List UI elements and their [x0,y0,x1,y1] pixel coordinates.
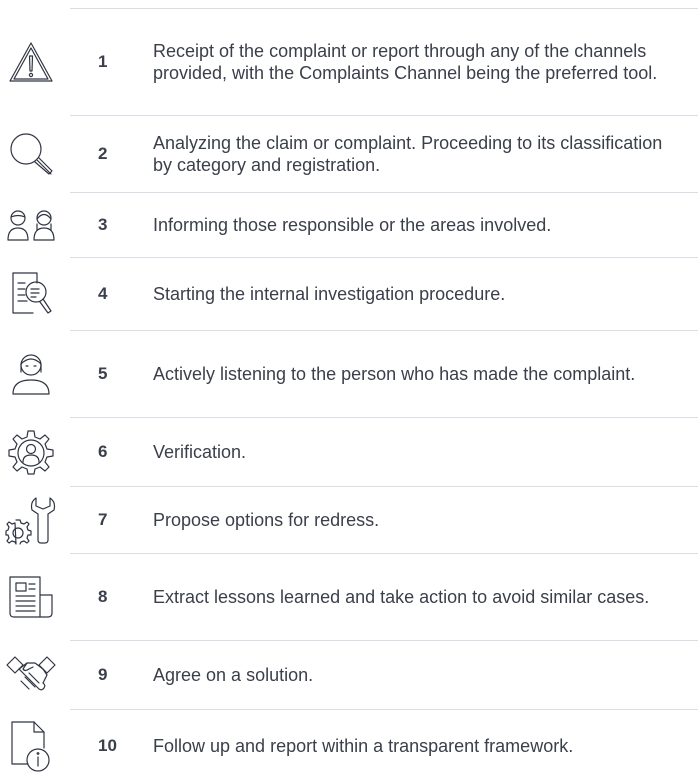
two-people-icon [0,193,62,257]
step-number: 10 [98,736,117,755]
step-7: 7 Propose options for redress. [0,487,698,553]
step-text: Follow up and report within a transparen… [153,736,574,756]
gear-person-icon [0,418,62,486]
step-6: 6 Verification. [0,418,698,486]
document-search-icon [0,258,62,330]
step-number: 5 [98,364,108,383]
complaint-procedure-steps: 1 Receipt of the complaint or report thr… [0,0,698,782]
step-text: Propose options for redress. [153,510,380,530]
step-9: 9 Agree on a solution. [0,641,698,709]
step-number: 4 [98,284,108,303]
step-number: 6 [98,442,108,461]
newspaper-icon [0,554,62,640]
step-1: 1 Receipt of the complaint or report thr… [0,9,698,115]
step-number: 3 [98,215,108,234]
step-number: 8 [98,587,108,606]
step-text: Agree on a solution. [153,665,314,685]
step-10: 10 Follow up and report within a transpa… [0,710,698,782]
step-3: 3 Informing those responsible or the are… [0,193,698,257]
handshake-icon [0,641,62,709]
warning-icon [0,9,62,115]
step-text: Informing those responsible or the areas… [153,215,552,235]
step-2: 2 Analyzing the claim or complaint. Proc… [0,116,698,192]
step-number: 9 [98,665,108,684]
document-info-icon [0,710,62,782]
person-icon [0,331,62,417]
step-text: Analyzing the claim or complaint. Procee… [153,133,663,175]
step-4: 4 Starting the internal investigation pr… [0,258,698,330]
step-number: 2 [98,144,108,163]
magnifier-icon [0,116,62,192]
step-8: 8 Extract lessons learned and take actio… [0,554,698,640]
step-text: Verification. [153,442,247,462]
step-text: Starting the internal investigation proc… [153,284,506,304]
step-text: Receipt of the complaint or report throu… [153,41,658,83]
gear-wrench-icon [0,487,62,553]
step-text: Extract lessons learned and take action … [153,587,650,607]
step-5: 5 Actively listening to the person who h… [0,331,698,417]
step-number: 7 [98,510,108,529]
step-text: Actively listening to the person who has… [153,364,636,384]
step-number: 1 [98,52,108,71]
